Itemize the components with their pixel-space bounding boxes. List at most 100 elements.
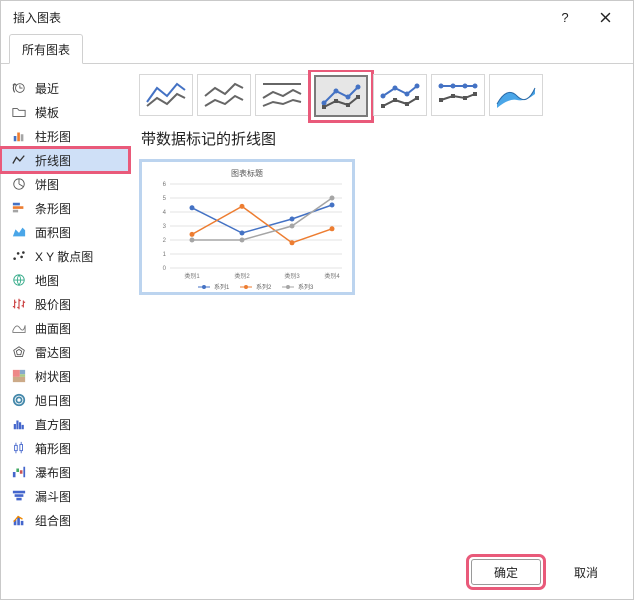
- chart-title: 图表标题: [231, 168, 263, 178]
- svg-text:系列2: 系列2: [256, 283, 272, 291]
- sidebar-item-line[interactable]: 折线图: [1, 148, 129, 172]
- recent-icon: [11, 80, 27, 96]
- stacked-line-markers-icon: [377, 78, 423, 112]
- subtype-line[interactable]: [139, 74, 193, 116]
- sidebar-item-column[interactable]: 柱形图: [1, 124, 129, 148]
- svg-text:3: 3: [163, 224, 167, 230]
- sidebar-item-boxwhisker[interactable]: 箱形图: [1, 436, 129, 460]
- svg-text:类别3: 类别3: [284, 272, 300, 280]
- scatter-chart-icon: [11, 248, 27, 264]
- svg-text:类别2: 类别2: [234, 272, 250, 280]
- sidebar-item-label: 直方图: [35, 416, 71, 433]
- svg-text:类别4: 类别4: [324, 272, 340, 280]
- sidebar-item-templates[interactable]: 模板: [1, 100, 129, 124]
- dialog-title: 插入图表: [13, 9, 545, 26]
- radar-chart-icon: [11, 344, 27, 360]
- svg-text:0: 0: [163, 266, 167, 272]
- sidebar-item-treemap[interactable]: 树状图: [1, 364, 129, 388]
- chart-preview[interactable]: 图表标题 012 3456: [139, 159, 355, 295]
- stacked-line-icon: [201, 78, 247, 112]
- sidebar-item-label: 瀑布图: [35, 464, 71, 481]
- subtype-title: 带数据标记的折线图: [141, 128, 621, 149]
- sidebar-item-label: 条形图: [35, 200, 71, 217]
- sidebar-item-label: 雷达图: [35, 344, 71, 361]
- sidebar-item-label: 组合图: [35, 512, 71, 529]
- chart-preview-svg: 图表标题 012 3456: [142, 162, 352, 292]
- title-bar: 插入图表 ?: [1, 1, 633, 33]
- sidebar-item-waterfall[interactable]: 瀑布图: [1, 460, 129, 484]
- combo-chart-icon: [11, 512, 27, 528]
- sidebar-item-pie[interactable]: 饼图: [1, 172, 129, 196]
- tab-all-charts[interactable]: 所有图表: [9, 34, 83, 64]
- dialog-body: 最近 模板 柱形图 折线图 饼图 条形图: [1, 64, 633, 549]
- sidebar-item-label: 折线图: [35, 152, 71, 169]
- svg-text:5: 5: [163, 196, 167, 202]
- line-3d-icon: [493, 78, 539, 112]
- cancel-button[interactable]: 取消: [551, 559, 621, 585]
- sidebar-item-bar[interactable]: 条形图: [1, 196, 129, 220]
- sidebar-item-funnel[interactable]: 漏斗图: [1, 484, 129, 508]
- insert-chart-dialog: 插入图表 ? 所有图表 最近 模板 柱形图: [0, 0, 634, 600]
- tab-label: 所有图表: [22, 43, 70, 57]
- tab-bar: 所有图表: [1, 33, 633, 64]
- svg-text:类别1: 类别1: [184, 272, 200, 280]
- surface-chart-icon: [11, 320, 27, 336]
- sidebar-item-label: 饼图: [35, 176, 59, 193]
- line-icon: [143, 78, 189, 112]
- histogram-icon: [11, 416, 27, 432]
- subtype-100pct-stacked-line[interactable]: [255, 74, 309, 116]
- ok-button[interactable]: 确定: [471, 559, 541, 585]
- sidebar-item-radar[interactable]: 雷达图: [1, 340, 129, 364]
- sidebar-item-label: 树状图: [35, 368, 71, 385]
- close-button[interactable]: [585, 3, 625, 31]
- waterfall-icon: [11, 464, 27, 480]
- sidebar-item-recent[interactable]: 最近: [1, 76, 129, 100]
- svg-text:2: 2: [163, 238, 167, 244]
- sidebar-item-label: 箱形图: [35, 440, 71, 457]
- close-icon: [600, 12, 611, 23]
- sidebar-item-surface[interactable]: 曲面图: [1, 316, 129, 340]
- help-button[interactable]: ?: [545, 3, 585, 31]
- stock-chart-icon: [11, 296, 27, 312]
- sidebar-item-label: 漏斗图: [35, 488, 71, 505]
- ok-label: 确定: [494, 564, 518, 581]
- sidebar-item-histogram[interactable]: 直方图: [1, 412, 129, 436]
- subtype-3d-line[interactable]: [489, 74, 543, 116]
- sidebar-item-label: 模板: [35, 104, 59, 121]
- pct-line-markers-icon: [435, 78, 481, 112]
- main-panel: 带数据标记的折线图 图表标题 012: [129, 70, 633, 549]
- chart-subtype-row: [139, 74, 621, 118]
- chart-category-sidebar: 最近 模板 柱形图 折线图 饼图 条形图: [1, 70, 129, 549]
- svg-text:系列3: 系列3: [298, 283, 314, 291]
- sidebar-item-label: 曲面图: [35, 320, 71, 337]
- line-markers-icon: [318, 79, 364, 113]
- sidebar-item-combo[interactable]: 组合图: [1, 508, 129, 532]
- sunburst-icon: [11, 392, 27, 408]
- pie-chart-icon: [11, 176, 27, 192]
- map-icon: [11, 272, 27, 288]
- cancel-label: 取消: [574, 564, 598, 581]
- sidebar-item-area[interactable]: 面积图: [1, 220, 129, 244]
- subtype-stacked-line-markers[interactable]: [373, 74, 427, 116]
- dialog-footer: 确定 取消: [1, 549, 633, 599]
- ok-highlight: 确定: [471, 559, 541, 585]
- subtype-line-markers[interactable]: [314, 75, 368, 117]
- sidebar-item-label: 旭日图: [35, 392, 71, 409]
- svg-text:系列1: 系列1: [214, 283, 230, 291]
- svg-text:6: 6: [163, 182, 167, 188]
- sidebar-item-sunburst[interactable]: 旭日图: [1, 388, 129, 412]
- svg-text:4: 4: [163, 210, 167, 216]
- subtype-100pct-line-markers[interactable]: [431, 74, 485, 116]
- sidebar-item-label: X Y 散点图: [35, 248, 93, 265]
- sidebar-item-scatter[interactable]: X Y 散点图: [1, 244, 129, 268]
- pct-stacked-line-icon: [259, 78, 305, 112]
- subtype-stacked-line[interactable]: [197, 74, 251, 116]
- sidebar-item-label: 股价图: [35, 296, 71, 313]
- sidebar-item-map[interactable]: 地图: [1, 268, 129, 292]
- subtype-highlight: [313, 74, 369, 118]
- sidebar-item-stock[interactable]: 股价图: [1, 292, 129, 316]
- sidebar-item-label: 地图: [35, 272, 59, 289]
- column-chart-icon: [11, 128, 27, 144]
- sidebar-item-label: 最近: [35, 80, 59, 97]
- area-chart-icon: [11, 224, 27, 240]
